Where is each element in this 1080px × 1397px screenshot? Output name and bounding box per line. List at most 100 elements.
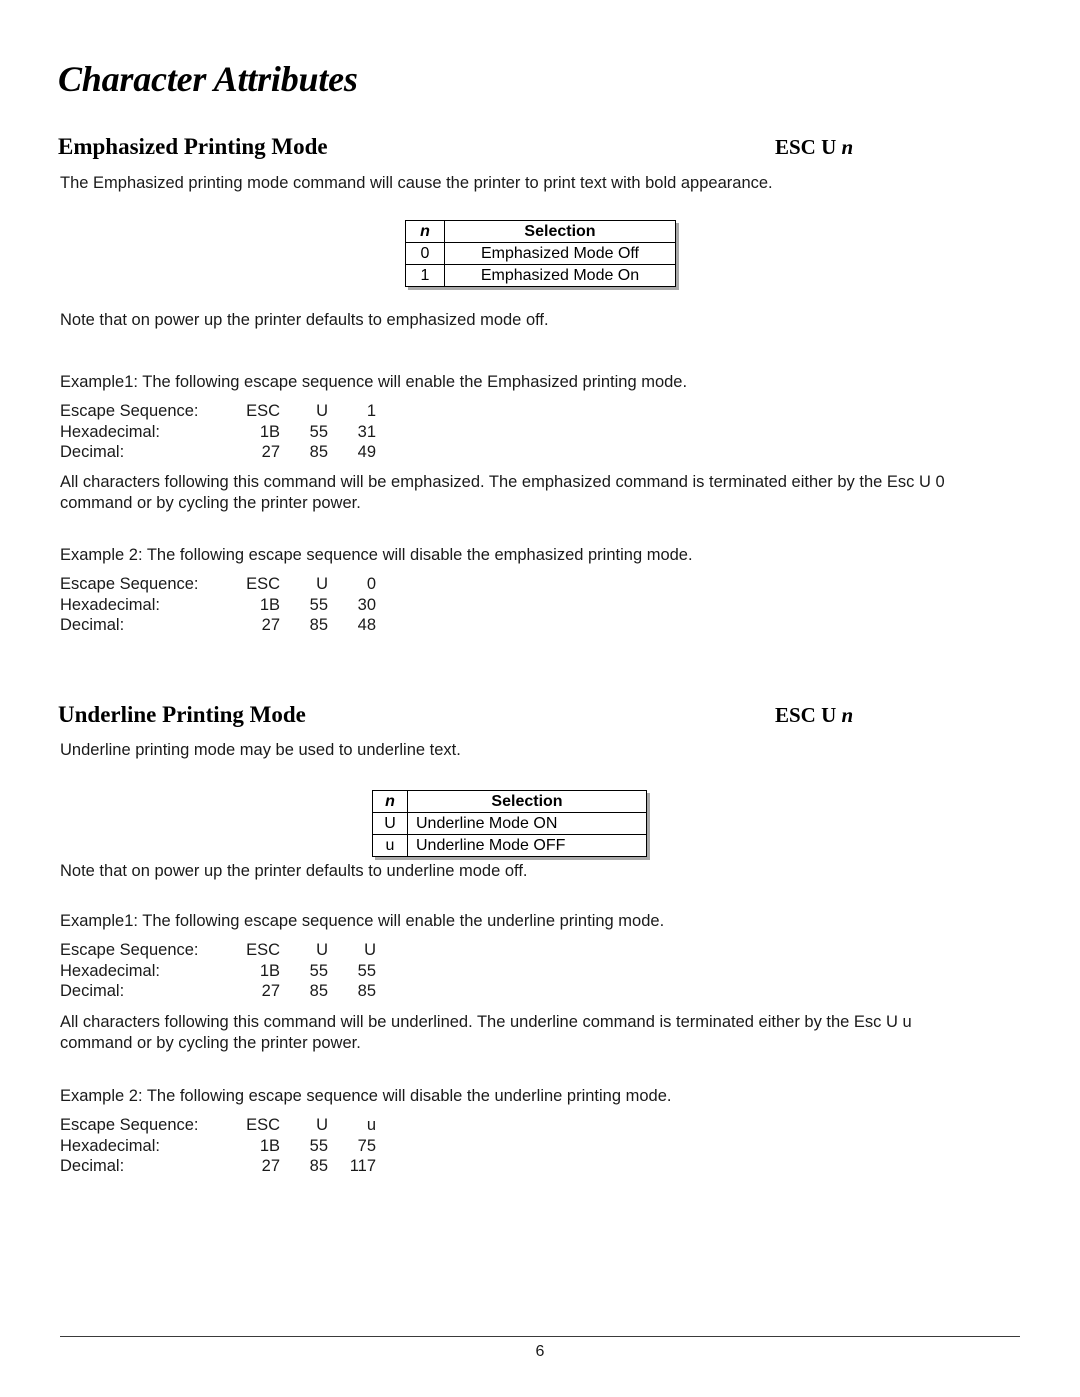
cell-selection: Underline Mode OFF	[407, 834, 647, 857]
sequence-value: 117	[349, 1157, 376, 1175]
escape-sequence-block-underline-disable: Escape Sequence: ESC U u Hexadecimal: 1B…	[60, 1115, 376, 1177]
cell-n: 0	[405, 242, 445, 265]
sequence-label: Decimal:	[60, 982, 125, 1000]
sequence-value: 1B	[259, 595, 280, 614]
table-row: u Underline Mode OFF	[372, 834, 647, 857]
sequence-value: 30	[357, 595, 376, 614]
intro-paragraph-emphasized: The Emphasized printing mode command wil…	[60, 174, 773, 192]
sequence-row: Hexadecimal: 1B 55 31	[60, 422, 376, 443]
sequence-row: Decimal: 27 85 85	[60, 981, 376, 1002]
sequence-row: Decimal: 27 85 117	[60, 1156, 376, 1177]
example1-intro-underline: Example1: The following escape sequence …	[60, 912, 665, 930]
sequence-value: ESC	[246, 1116, 280, 1134]
sequence-value: 1B	[259, 1136, 280, 1155]
note-paragraph-emphasized: Note that on power up the printer defaul…	[60, 311, 549, 329]
sequence-value: ESC	[246, 402, 280, 420]
sequence-value: 85	[309, 443, 328, 461]
sequence-row: Escape Sequence: ESC U 0	[60, 574, 376, 595]
section-header-underline: Underline Printing Mode ESC U n	[58, 702, 958, 730]
sequence-value: U	[316, 402, 328, 420]
sequence-label: Hexadecimal:	[60, 595, 160, 614]
sequence-value: 1B	[259, 961, 280, 980]
sequence-label: Escape Sequence:	[60, 402, 199, 420]
command-variable: n	[841, 135, 854, 159]
cell-selection: Emphasized Mode On	[444, 264, 676, 287]
sequence-value: 55	[357, 961, 376, 980]
example2-intro-emphasized: Example 2: The following escape sequence…	[60, 546, 693, 564]
sequence-value: ESC	[246, 941, 280, 959]
command-variable: n	[841, 703, 854, 727]
section-command-underline: ESC U n	[775, 703, 853, 728]
page-number: 6	[535, 1343, 545, 1360]
sequence-value: 75	[357, 1136, 376, 1155]
table-header-row: n Selection	[405, 220, 676, 243]
sequence-value: U	[316, 1116, 328, 1134]
sequence-value: 27	[261, 1157, 280, 1175]
sequence-value: 1	[366, 402, 376, 420]
sequence-value: ESC	[246, 575, 280, 593]
escape-sequence-block-emphasized-disable: Escape Sequence: ESC U 0 Hexadecimal: 1B…	[60, 574, 376, 636]
example1-intro-emphasized: Example1: The following escape sequence …	[60, 373, 688, 391]
sequence-label: Escape Sequence:	[60, 1116, 199, 1134]
sequence-value: 27	[261, 443, 280, 461]
sequence-row: Hexadecimal: 1B 55 75	[60, 1136, 376, 1157]
table-row: U Underline Mode ON	[372, 812, 647, 835]
section-header-emphasized: Emphasized Printing Mode ESC U n	[58, 134, 958, 162]
sequence-row: Escape Sequence: ESC U U	[60, 940, 376, 961]
section-title-underline: Underline Printing Mode	[58, 702, 306, 727]
sequence-value: U	[316, 575, 328, 593]
document-page: Character Attributes Emphasized Printing…	[0, 0, 1080, 1397]
sequence-value: 48	[357, 616, 376, 634]
sequence-label: Decimal:	[60, 616, 125, 634]
cell-n: u	[372, 834, 408, 857]
column-header-selection: Selection	[407, 790, 647, 813]
column-header-selection: Selection	[444, 220, 676, 243]
sequence-value: 27	[261, 616, 280, 634]
sequence-value: 27	[261, 982, 280, 1000]
command-prefix: ESC U	[775, 135, 842, 159]
page-title: Character Attributes	[58, 59, 358, 99]
command-prefix: ESC U	[775, 703, 842, 727]
sequence-row: Decimal: 27 85 48	[60, 615, 376, 636]
cell-selection: Underline Mode ON	[407, 812, 647, 835]
sequence-label: Hexadecimal:	[60, 422, 160, 441]
cell-n: U	[372, 812, 408, 835]
section-command-emphasized: ESC U n	[775, 135, 853, 160]
sequence-label: Decimal:	[60, 1157, 125, 1175]
sequence-row: Escape Sequence: ESC U u	[60, 1115, 376, 1136]
sequence-value: 55	[309, 422, 328, 441]
sequence-value: 0	[366, 575, 376, 593]
sequence-value: u	[366, 1116, 376, 1134]
selection-table-emphasized: n Selection 0 Emphasized Mode Off 1 Emph…	[405, 220, 676, 287]
sequence-value: U	[316, 941, 328, 959]
sequence-label: Escape Sequence:	[60, 575, 199, 593]
sequence-row: Decimal: 27 85 49	[60, 442, 376, 463]
cell-selection: Emphasized Mode Off	[444, 242, 676, 265]
sequence-value: 85	[309, 1157, 328, 1175]
sequence-value: 85	[309, 982, 328, 1000]
table-header-row: n Selection	[372, 790, 647, 813]
sequence-value: 49	[357, 443, 376, 461]
sequence-label: Hexadecimal:	[60, 961, 160, 980]
cell-n: 1	[405, 264, 445, 287]
sequence-row: Escape Sequence: ESC U 1	[60, 401, 376, 422]
table-row: 0 Emphasized Mode Off	[405, 242, 676, 265]
note-paragraph-underline: Note that on power up the printer defaul…	[60, 862, 528, 880]
footer-divider	[60, 1336, 1020, 1337]
escape-sequence-block-underline-enable: Escape Sequence: ESC U U Hexadecimal: 1B…	[60, 940, 376, 1002]
description-paragraph-emphasized: All characters following this command wi…	[60, 473, 945, 512]
table-row: 1 Emphasized Mode On	[405, 264, 676, 287]
sequence-value: 55	[309, 1136, 328, 1155]
sequence-value: 55	[309, 961, 328, 980]
sequence-value: 55	[309, 595, 328, 614]
column-header-n: n	[405, 220, 445, 243]
sequence-value: 31	[357, 422, 376, 441]
sequence-value: U	[364, 941, 376, 959]
description-paragraph-underline: All characters following this command wi…	[60, 1013, 912, 1052]
example2-intro-underline: Example 2: The following escape sequence…	[60, 1087, 672, 1105]
sequence-value: 1B	[259, 422, 280, 441]
sequence-value: 85	[309, 616, 328, 634]
sequence-value: 85	[357, 982, 376, 1000]
escape-sequence-block-emphasized-enable: Escape Sequence: ESC U 1 Hexadecimal: 1B…	[60, 401, 376, 463]
sequence-label: Escape Sequence:	[60, 941, 199, 959]
